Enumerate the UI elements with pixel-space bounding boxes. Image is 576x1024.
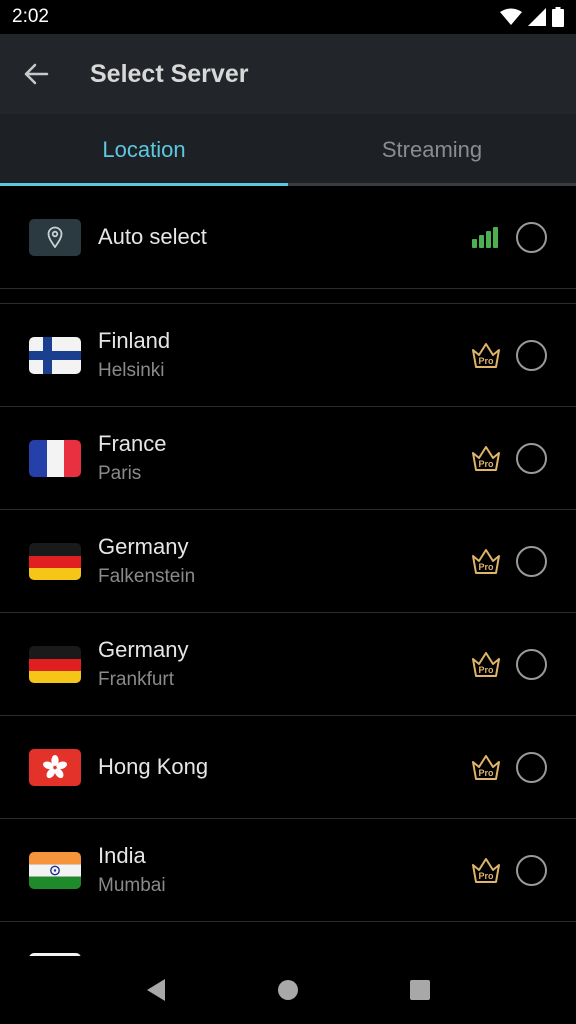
server-row-partial[interactable] (0, 922, 576, 956)
pro-crown-icon: Pro (470, 442, 502, 474)
pro-crown-icon: Pro (470, 751, 502, 783)
server-country: Germany (98, 637, 189, 662)
flag-hong-kong (29, 748, 81, 786)
nav-back-icon[interactable] (145, 978, 167, 1002)
flag-india (29, 851, 81, 889)
svg-text:Pro: Pro (478, 562, 494, 572)
server-row[interactable]: Germany Falkenstein Pro (0, 510, 576, 613)
server-row[interactable]: Germany Frankfurt Pro (0, 613, 576, 716)
section-divider (0, 289, 576, 304)
server-city: Mumbai (98, 875, 166, 896)
svg-text:Pro: Pro (478, 768, 494, 778)
server-country: India (98, 843, 146, 868)
app-bar: Select Server (0, 34, 576, 114)
status-bar: 2:02 (0, 0, 576, 34)
server-city: Helsinki (98, 360, 165, 381)
server-city: Frankfurt (98, 669, 175, 690)
location-pin-icon (47, 226, 63, 248)
tab-bar: Location Streaming (0, 114, 576, 186)
server-country: Finland (98, 328, 171, 353)
signal-bars-icon (470, 221, 502, 253)
server-list[interactable]: Auto select Finland Helsinki Pro France … (0, 186, 576, 956)
flag-germany (29, 542, 81, 580)
battery-icon (552, 7, 564, 27)
server-radio[interactable] (516, 854, 547, 886)
tab-streaming[interactable]: Streaming (288, 114, 576, 186)
system-icons (500, 7, 564, 27)
server-radio[interactable] (516, 545, 547, 577)
wifi-icon (500, 8, 522, 25)
server-row[interactable]: France Paris Pro (0, 407, 576, 510)
pro-crown-icon: Pro (470, 339, 502, 371)
server-city: Paris (98, 463, 142, 484)
pro-crown-icon: Pro (470, 545, 502, 577)
page-title: Select Server (90, 59, 249, 88)
arrow-left-icon (24, 63, 49, 85)
server-country: France (98, 431, 167, 456)
svg-text:Pro: Pro (478, 459, 494, 469)
server-radio[interactable] (516, 648, 547, 680)
svg-text:Pro: Pro (478, 356, 494, 366)
nav-home-icon[interactable] (277, 979, 299, 1001)
server-city: Falkenstein (98, 566, 196, 587)
auto-select-radio[interactable] (516, 221, 547, 253)
server-row[interactable]: India Mumbai Pro (0, 819, 576, 922)
auto-select-row[interactable]: Auto select (0, 186, 576, 289)
nav-recents-icon[interactable] (409, 979, 431, 1001)
svg-text:Pro: Pro (478, 871, 494, 881)
server-row[interactable]: Finland Helsinki Pro (0, 304, 576, 407)
tab-location[interactable]: Location (0, 114, 288, 186)
status-time: 2:02 (12, 6, 49, 27)
system-nav-bar (0, 956, 576, 1024)
flag-france (29, 439, 81, 477)
pro-crown-icon: Pro (470, 854, 502, 886)
server-radio[interactable] (516, 339, 547, 371)
auto-select-text: Auto select (98, 186, 207, 288)
cell-signal-icon (528, 8, 546, 26)
back-button[interactable] (0, 34, 72, 114)
auto-select-label: Auto select (98, 224, 207, 249)
svg-text:Pro: Pro (478, 665, 494, 675)
pro-crown-icon: Pro (470, 648, 502, 680)
server-country: Germany (98, 534, 189, 559)
server-radio[interactable] (516, 751, 547, 783)
server-radio[interactable] (516, 442, 547, 474)
server-country: Hong Kong (98, 754, 209, 779)
flag-finland (29, 336, 81, 374)
server-row[interactable]: Hong Kong Pro (0, 716, 576, 819)
flag-germany (29, 645, 81, 683)
auto-select-icon-box (29, 218, 81, 256)
